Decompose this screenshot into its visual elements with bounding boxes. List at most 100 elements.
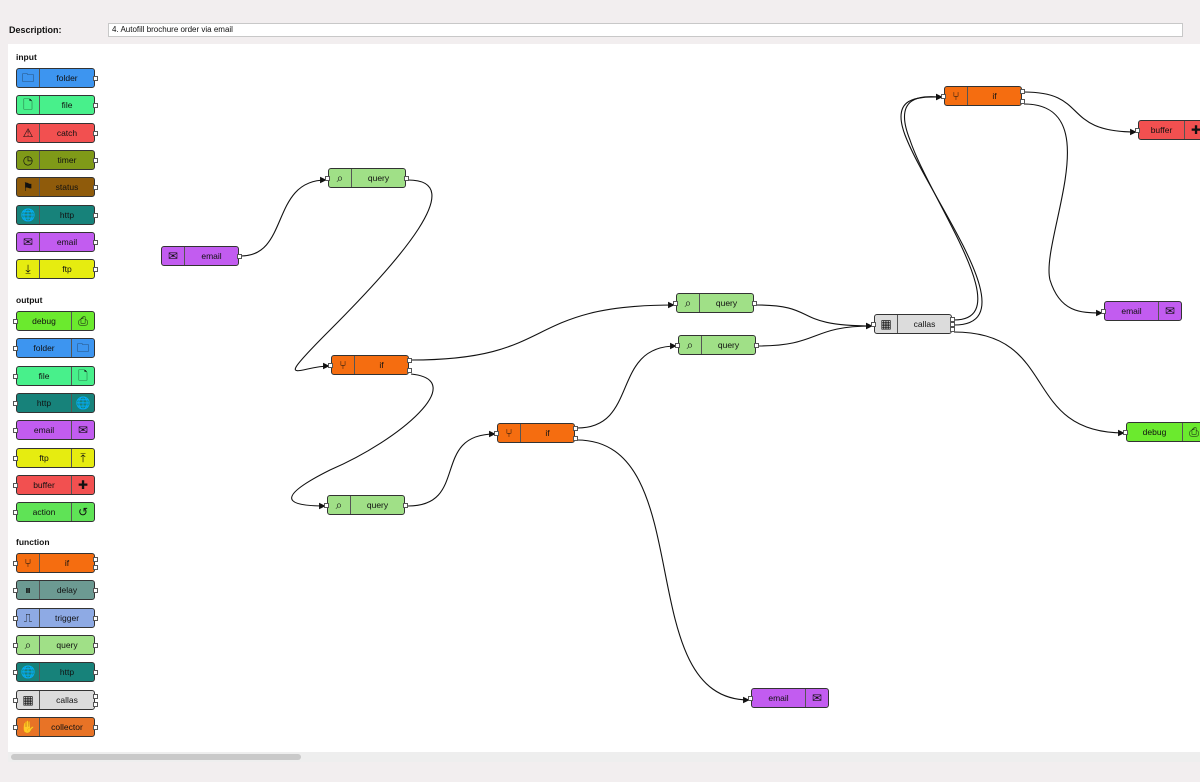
flow-node-email[interactable]: ✉ email [161,246,239,266]
input-port[interactable] [325,176,330,181]
palette-node-timer[interactable]: ◷ timer [16,149,95,170]
input-port[interactable] [13,346,18,352]
output-port[interactable] [93,157,98,163]
input-port[interactable] [1101,309,1106,314]
flow-node-query[interactable]: ⌕ query [327,495,405,515]
palette-node-http[interactable]: 🌐 http [16,204,95,225]
flow-node-query[interactable]: ⌕ query [328,168,406,188]
output-port[interactable] [93,212,98,218]
palette-node-collector[interactable]: ✋ collector [16,716,95,737]
output-port[interactable] [754,343,759,348]
input-port[interactable] [941,94,946,99]
output-port[interactable] [93,670,98,676]
output-port[interactable] [93,724,98,730]
palette-node-action[interactable]: action ↺ [16,502,95,523]
palette-node-query[interactable]: ⌕ query [16,634,95,655]
flow-node-if[interactable]: ⑂ if [944,86,1022,106]
input-port[interactable] [13,482,18,488]
output-port[interactable] [93,588,98,594]
output-port[interactable] [93,557,98,562]
input-port[interactable] [328,363,333,368]
palette-node-ftp[interactable]: ⤓ ftp [16,259,95,280]
flow-node-debug[interactable]: debug ⎙ [1126,422,1200,442]
output-port[interactable] [93,267,98,273]
flow-node-buffer[interactable]: buffer ✚ [1138,120,1200,140]
palette-node-trigger[interactable]: ⎍ trigger [16,607,95,628]
description-input[interactable]: 4. Autofill brochure order via email [108,23,1183,37]
output-port[interactable] [93,693,98,699]
flow-node-query[interactable]: ⌕ query [676,293,754,313]
input-port[interactable] [871,322,876,327]
output-port[interactable] [950,327,955,332]
input-port[interactable] [13,697,18,703]
flow-node-query[interactable]: ⌕ query [678,335,756,355]
flow-node-if[interactable]: ⑂ if [331,355,409,375]
input-port[interactable] [13,642,18,648]
palette-node-http[interactable]: 🌐 http [16,662,95,683]
palette-node-catch[interactable]: ⚠ catch [16,122,95,143]
output-port[interactable] [93,565,98,570]
flow-node-if[interactable]: ⑂ if [497,423,575,443]
output-port[interactable] [573,426,578,431]
input-port[interactable] [13,428,18,434]
output-port[interactable] [752,301,757,306]
output-port[interactable] [1020,99,1025,104]
palette-node-folder[interactable]: folder 🗀 [16,338,95,359]
input-port[interactable] [13,615,18,621]
flow-node-email[interactable]: email ✉ [1104,301,1182,321]
palette-node-email[interactable]: ✉ email [16,231,95,252]
output-port[interactable] [403,503,408,508]
output-port[interactable] [93,615,98,621]
palette-section-input: input [16,52,37,62]
input-port[interactable] [13,373,18,379]
palette-node-file[interactable]: file 🗋 [16,365,95,386]
input-port[interactable] [13,510,18,516]
flow-node-label: if [992,91,997,101]
palette-node-folder[interactable]: 🗀 folder [16,68,95,88]
scrollbar-thumb[interactable] [11,754,301,760]
output-port[interactable] [404,176,409,181]
input-port[interactable] [13,561,18,566]
output-port[interactable] [407,368,412,373]
input-port[interactable] [494,431,499,436]
input-port[interactable] [324,503,329,508]
palette-node-status[interactable]: ⚑ status [16,177,95,198]
flow-node-label: email [1121,306,1142,316]
flow-node-email[interactable]: email ✉ [751,688,829,708]
input-port[interactable] [13,455,18,461]
palette-node-ftp[interactable]: ftp ⤒ [16,447,95,468]
output-port[interactable] [1020,89,1025,94]
input-port[interactable] [13,400,18,406]
input-port[interactable] [13,670,18,676]
palette-node-http[interactable]: http 🌐 [16,392,95,413]
input-port[interactable] [13,588,18,594]
palette-node-label: email [33,425,55,436]
palette-node-email[interactable]: email ✉ [16,420,95,441]
input-port[interactable] [1123,430,1128,435]
input-port[interactable] [673,301,678,306]
output-port[interactable] [93,642,98,648]
palette-node-callas[interactable]: ▦ callas [16,689,95,710]
palette-node-delay[interactable]: ⏸ delay [16,580,95,601]
flow-node-callas[interactable]: ▦ callas [874,314,952,334]
output-port[interactable] [93,76,98,81]
input-port[interactable] [675,343,680,348]
output-port[interactable] [237,254,242,259]
output-port[interactable] [93,103,98,109]
output-port[interactable] [93,239,98,245]
palette-node-file[interactable]: 🗋 file [16,95,95,116]
palette-node-debug[interactable]: debug ⎙ [16,311,95,331]
input-port[interactable] [1135,128,1140,133]
input-port[interactable] [13,724,18,730]
flow-node-label: buffer [1150,125,1173,135]
input-port[interactable] [748,696,753,701]
output-port[interactable] [407,358,412,363]
horizontal-scrollbar[interactable] [8,752,1200,762]
palette-node-buffer[interactable]: buffer ✚ [16,474,95,495]
output-port[interactable] [573,436,578,441]
output-port[interactable] [93,130,98,136]
output-port[interactable] [93,185,98,191]
palette-node-if[interactable]: ⑂ if [16,553,95,573]
output-port[interactable] [93,701,98,707]
input-port[interactable] [13,319,18,324]
